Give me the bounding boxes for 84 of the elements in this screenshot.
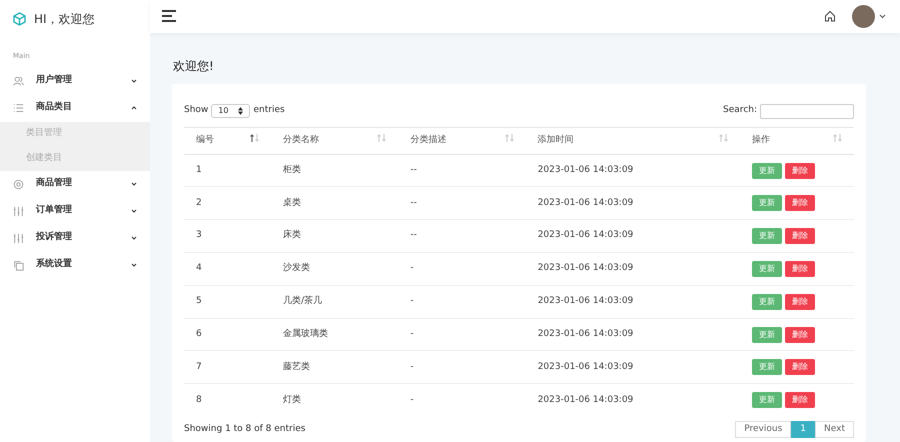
- update-button[interactable]: 更新: [752, 392, 782, 408]
- home-icon[interactable]: [824, 10, 836, 22]
- delete-button[interactable]: 删除: [785, 260, 816, 277]
- avatar[interactable]: [852, 4, 875, 28]
- sliders-icon: [13, 232, 24, 244]
- search-field[interactable]: [760, 104, 854, 119]
- update-button[interactable]: 更新: [752, 260, 782, 277]
- table-cell: 7: [184, 350, 272, 384]
- table-cell: -: [398, 252, 526, 286]
- table-cell: 桌类: [271, 186, 398, 220]
- gear-icon: [13, 178, 24, 190]
- table-cell: 床类: [271, 220, 398, 253]
- list-icon: [13, 102, 24, 114]
- sidebar-item[interactable]: 商品管理: [0, 170, 150, 198]
- table-cell: -: [398, 318, 526, 351]
- table-cell: 柜类: [271, 154, 398, 187]
- column-header[interactable]: 分类名称: [271, 127, 398, 154]
- copy-icon: [13, 260, 24, 270]
- page-link[interactable]: 1: [791, 420, 816, 438]
- table-cell: -: [398, 350, 526, 384]
- table-cell: 3: [184, 220, 272, 253]
- table-cell: --: [398, 154, 526, 187]
- column-header[interactable]: 添加时间: [526, 127, 740, 154]
- sidebar-item[interactable]: 商品类目: [0, 94, 150, 122]
- table-cell: 金属玻璃类: [271, 318, 398, 351]
- update-button[interactable]: 更新: [752, 359, 782, 376]
- column-header[interactable]: 编号: [184, 127, 272, 154]
- update-button[interactable]: 更新: [752, 228, 782, 244]
- table-cell: 2023-01-06 14:03:09: [526, 252, 740, 286]
- sidebar-item[interactable]: 系统设置: [0, 252, 150, 278]
- table-cell: 几类/茶几: [271, 285, 398, 318]
- update-button[interactable]: 更新: [752, 326, 782, 342]
- table-cell: --: [398, 220, 526, 253]
- page-title: 欢迎您!: [172, 58, 215, 75]
- delete-button[interactable]: 删除: [785, 392, 816, 408]
- table-cell: 藤艺类: [271, 350, 398, 384]
- delete-button[interactable]: 删除: [785, 195, 816, 212]
- table-cell: 灯类: [271, 384, 398, 416]
- delete-button[interactable]: 删除: [785, 228, 816, 244]
- delete-button[interactable]: 删除: [785, 326, 816, 342]
- table-cell: 6: [184, 318, 272, 351]
- table-cell: 2023-01-06 14:03:09: [526, 220, 740, 253]
- table-cell: 2023-01-06 14:03:09: [526, 186, 740, 220]
- table-cell: 沙发类: [271, 252, 398, 286]
- page-link[interactable]: Previous: [735, 420, 792, 438]
- table-info: Showing 1 to 8 of 8 entries: [184, 422, 306, 436]
- submenu-item[interactable]: 创建类目: [0, 146, 150, 170]
- column-header[interactable]: 操作: [740, 127, 854, 154]
- delete-button[interactable]: 删除: [785, 294, 816, 310]
- column-header[interactable]: 分类描述: [398, 127, 526, 154]
- sliders-icon: [13, 206, 24, 216]
- update-button[interactable]: 更新: [752, 195, 782, 212]
- table-cell: -: [398, 285, 526, 318]
- table-cell: -: [398, 384, 526, 416]
- table-cell: 4: [184, 252, 272, 286]
- page-link[interactable]: Next: [815, 420, 854, 438]
- table-cell: 2: [184, 186, 272, 220]
- length-label: entries: [253, 104, 285, 118]
- delete-button[interactable]: 删除: [785, 359, 816, 376]
- cube-icon: [13, 12, 26, 26]
- update-button[interactable]: 更新: [752, 162, 782, 179]
- table-cell: 5: [184, 285, 272, 318]
- table-cell: --: [398, 186, 526, 220]
- table-cell: 2023-01-06 14:03:09: [526, 318, 740, 351]
- sidebar-item[interactable]: 投诉管理: [0, 224, 150, 252]
- table-cell: 8: [184, 384, 272, 416]
- users-icon: [13, 76, 24, 86]
- caret-icon[interactable]: [879, 14, 886, 19]
- table-cell: 2023-01-06 14:03:09: [526, 285, 740, 318]
- table-cell: 1: [184, 154, 272, 187]
- table-cell: 2023-01-06 14:03:09: [526, 154, 740, 187]
- brand-title: HI，欢迎您: [34, 11, 95, 28]
- spinner-icon: [238, 107, 244, 116]
- sidebar-item[interactable]: 订单管理: [0, 198, 150, 224]
- search-label: Search:: [723, 104, 757, 118]
- delete-button[interactable]: 删除: [785, 162, 816, 179]
- table-cell: 2023-01-06 14:03:09: [526, 384, 740, 416]
- length-label: Show: [184, 104, 208, 118]
- menu-icon[interactable]: [162, 10, 177, 22]
- update-button[interactable]: 更新: [752, 294, 782, 310]
- sidebar-item[interactable]: 用户管理: [0, 68, 150, 94]
- table-cell: 2023-01-06 14:03:09: [526, 350, 740, 384]
- submenu-item[interactable]: 类目管理: [0, 122, 150, 146]
- page-length-select[interactable]: 10: [211, 104, 250, 118]
